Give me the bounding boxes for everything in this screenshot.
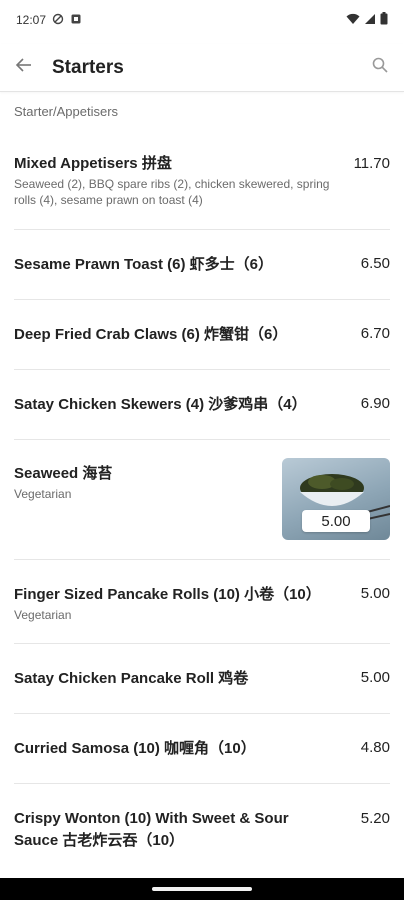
page-title: Starters bbox=[52, 56, 124, 78]
search-icon bbox=[371, 56, 389, 79]
item-price: 5.00 bbox=[360, 585, 390, 602]
item-name: Curried Samosa (10) 咖喱角（10） bbox=[14, 740, 256, 757]
system-nav-bar bbox=[0, 878, 404, 900]
status-time: 12:07 bbox=[16, 13, 47, 27]
arrow-left-icon bbox=[14, 55, 34, 80]
privacy-icon bbox=[52, 13, 64, 28]
search-button[interactable] bbox=[368, 56, 392, 80]
menu-item-finger-pancake-rolls[interactable]: Finger Sized Pancake Rolls (10) 小卷（10） V… bbox=[14, 560, 390, 644]
item-price: 11.70 bbox=[353, 155, 390, 172]
battery-icon bbox=[380, 12, 388, 28]
home-indicator[interactable] bbox=[152, 887, 252, 891]
menu-item-satay-pancake-roll[interactable]: Satay Chicken Pancake Roll 鸡卷 5.00 bbox=[14, 644, 390, 714]
menu-item-satay-skewers[interactable]: Satay Chicken Skewers (4) 沙爹鸡串（4） 6.90 bbox=[14, 370, 390, 440]
item-price: 4.80 bbox=[360, 739, 390, 756]
section-label: Starter/Appetisers bbox=[14, 104, 119, 119]
item-name: Satay Chicken Skewers (4) 沙爹鸡串（4） bbox=[14, 396, 307, 413]
item-price: 6.50 bbox=[360, 255, 390, 272]
item-price: 6.70 bbox=[360, 325, 390, 342]
item-name: Finger Sized Pancake Rolls (10) 小卷（10） bbox=[14, 586, 321, 603]
status-right bbox=[346, 12, 388, 28]
item-name: Deep Fried Crab Claws (6) 炸蟹钳（6） bbox=[14, 326, 288, 343]
item-name: Seaweed 海苔 bbox=[14, 465, 113, 482]
item-price: 5.20 bbox=[360, 810, 390, 827]
back-button[interactable] bbox=[12, 56, 36, 80]
status-left: 12:07 bbox=[16, 13, 82, 28]
menu-content: Starter/Appetisers Mixed Appetisers 拼盘 S… bbox=[0, 92, 404, 872]
menu-item-sesame-prawn-toast[interactable]: Sesame Prawn Toast (6) 虾多士（6） 6.50 bbox=[14, 230, 390, 300]
item-price-chip: 5.00 bbox=[302, 510, 370, 532]
item-name: Satay Chicken Pancake Roll 鸡卷 bbox=[14, 670, 249, 687]
item-name: Crispy Wonton (10) With Sweet & Sour Sau… bbox=[14, 810, 289, 849]
item-price: 6.90 bbox=[360, 395, 390, 412]
item-photo: 5.00 bbox=[282, 458, 390, 540]
app-bar: Starters bbox=[0, 44, 404, 92]
wifi-icon bbox=[346, 13, 360, 28]
menu-item-curried-samosa[interactable]: Curried Samosa (10) 咖喱角（10） 4.80 bbox=[14, 714, 390, 784]
item-name: Sesame Prawn Toast (6) 虾多士（6） bbox=[14, 256, 273, 273]
status-bar: 12:07 bbox=[0, 0, 404, 40]
item-description: Seaweed (2), BBQ spare ribs (2), chicken… bbox=[14, 177, 330, 207]
notification-icon bbox=[70, 13, 82, 28]
item-tag: Vegetarian bbox=[14, 487, 72, 501]
item-name: Mixed Appetisers 拼盘 bbox=[14, 155, 172, 172]
item-text: Finger Sized Pancake Rolls (10) 小卷（10） V… bbox=[14, 585, 321, 623]
menu-item-mixed-appetisers[interactable]: Mixed Appetisers 拼盘 Seaweed (2), BBQ spa… bbox=[14, 122, 390, 230]
item-price: 5.00 bbox=[360, 669, 390, 686]
menu-item-crispy-wonton[interactable]: Crispy Wonton (10) With Sweet & Sour Sau… bbox=[14, 784, 390, 872]
item-text: Seaweed 海苔 Vegetarian bbox=[14, 464, 112, 502]
signal-icon bbox=[364, 13, 376, 28]
item-text: Mixed Appetisers 拼盘 Seaweed (2), BBQ spa… bbox=[14, 154, 329, 208]
item-tag: Vegetarian bbox=[14, 608, 72, 622]
menu-item-seaweed[interactable]: Seaweed 海苔 Vegetarian 5.00 bbox=[14, 440, 390, 560]
menu-item-crab-claws[interactable]: Deep Fried Crab Claws (6) 炸蟹钳（6） 6.70 bbox=[14, 300, 390, 370]
